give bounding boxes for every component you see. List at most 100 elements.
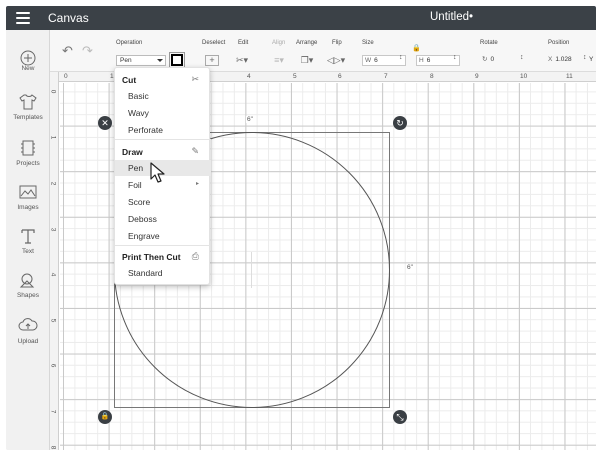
- flip-label: Flip: [332, 40, 342, 46]
- operation-select[interactable]: Pen: [116, 55, 166, 66]
- menu-item-score[interactable]: Score: [128, 197, 150, 207]
- sidebar-item-label: Projects: [16, 160, 40, 167]
- deselect-button[interactable]: +: [205, 55, 219, 66]
- x-value: 1.028: [555, 56, 572, 63]
- ruler-number: 1: [50, 135, 57, 140]
- operation-color-swatch[interactable]: [169, 52, 185, 68]
- scissors-icon: ✂: [191, 74, 199, 84]
- sidebar-item-label: Text: [22, 248, 34, 255]
- edit-label: Edit: [238, 40, 249, 46]
- menu-item-standard[interactable]: Standard: [128, 268, 163, 278]
- ruler-number: 11: [566, 73, 573, 80]
- menu-group-print-then-cut: Print Then Cut: [122, 252, 181, 262]
- center-mark: [251, 252, 252, 288]
- arrange-label: Arrange: [296, 40, 318, 46]
- sidebar-item-label: Upload: [17, 338, 39, 345]
- width-stepper-icon[interactable]: ↕: [399, 54, 403, 61]
- width-value: 6: [374, 57, 378, 64]
- shirt-icon: [19, 94, 37, 110]
- sidebar-item-label: Templates: [13, 114, 43, 121]
- printer-icon: ⎙: [191, 251, 199, 261]
- ruler-number: 6: [338, 73, 342, 80]
- sidebar-item-templates[interactable]: Templates: [6, 92, 50, 132]
- sidebar-item-label: New: [21, 65, 35, 72]
- edit-menu-icon[interactable]: ✂▾: [231, 53, 253, 67]
- ruler-number: 4: [247, 73, 251, 80]
- operation-label: Operation: [116, 40, 143, 46]
- projects-icon: [21, 140, 35, 156]
- width-prefix: W: [365, 57, 372, 64]
- ruler-number: 10: [520, 73, 528, 80]
- menu-item-perforate[interactable]: Perforate: [128, 125, 163, 135]
- image-icon: [19, 185, 37, 199]
- ruler-number: 8: [50, 445, 57, 450]
- deselect-label: Deselect: [202, 40, 226, 46]
- rotate-label: Rotate: [480, 40, 498, 46]
- width-dimension-label: 6": [246, 116, 254, 123]
- align-label: Align: [272, 40, 286, 46]
- position-label: Position: [548, 40, 570, 46]
- y-prefix: Y: [589, 56, 594, 63]
- size-label: Size: [362, 40, 374, 46]
- ruler-number: 7: [50, 409, 57, 414]
- edit-toolbar: ↶ ↷ Operation Pen Deselect + Edit ✂▾ Ali…: [50, 30, 596, 72]
- ruler-number: 6: [50, 363, 57, 368]
- submenu-arrow-icon: ▸: [195, 181, 199, 187]
- mouse-pointer-icon: [150, 162, 165, 183]
- operation-value: Pen: [120, 57, 132, 64]
- chevron-down-icon: [157, 59, 163, 62]
- hamburger-menu-icon[interactable]: [16, 12, 30, 24]
- ruler-number: 5: [293, 73, 297, 80]
- x-prefix: X: [548, 56, 553, 63]
- sidebar-item-text[interactable]: Text: [6, 226, 50, 266]
- menu-item-deboss[interactable]: Deboss: [128, 214, 157, 224]
- left-ruler: 0 1 2 3 4 5 6 7 8: [50, 72, 59, 450]
- ruler-number: 9: [475, 73, 479, 80]
- delete-handle-icon[interactable]: ✕: [98, 116, 112, 130]
- menu-item-pen[interactable]: Pen: [128, 163, 143, 173]
- title-bar: Canvas Untitled•: [6, 6, 596, 30]
- ruler-number: 0: [50, 89, 57, 94]
- ruler-number: 2: [50, 181, 57, 186]
- upload-icon: [18, 318, 38, 331]
- shapes-icon: [19, 273, 35, 288]
- arrange-menu-icon[interactable]: ❐▾: [298, 53, 316, 67]
- menu-group-draw: Draw: [122, 147, 143, 157]
- menu-item-engrave[interactable]: Engrave: [128, 231, 160, 241]
- flip-menu-icon[interactable]: ◁▷▾: [326, 53, 346, 67]
- document-title[interactable]: Untitled•: [430, 11, 473, 23]
- menu-item-foil[interactable]: Foil: [128, 180, 142, 190]
- text-icon: [21, 229, 35, 244]
- rotate-stepper-icon[interactable]: ↕: [520, 54, 524, 61]
- redo-icon[interactable]: ↷: [82, 44, 96, 57]
- x-position-field[interactable]: X 1.028: [546, 55, 586, 66]
- sidebar-item-shapes[interactable]: Shapes: [6, 270, 50, 310]
- ruler-number: 3: [50, 227, 57, 232]
- app-window: Canvas Untitled• ↶ ↷ Operation Pen Desel…: [6, 6, 596, 450]
- undo-icon[interactable]: ↶: [62, 44, 76, 57]
- lock-handle-icon[interactable]: 🔒: [98, 410, 112, 424]
- resize-handle-icon[interactable]: ⤡: [393, 410, 407, 424]
- ruler-number: 7: [384, 73, 388, 80]
- height-value: 6: [426, 57, 431, 64]
- sidebar-item-images[interactable]: Images: [6, 182, 50, 222]
- ruler-number: 5: [50, 318, 57, 323]
- menu-item-basic[interactable]: Basic: [128, 91, 149, 101]
- height-stepper-icon[interactable]: ↕: [453, 54, 457, 61]
- ruler-number: 4: [50, 272, 57, 277]
- rotate-field[interactable]: ↻ 0: [480, 55, 524, 66]
- lock-ratio-icon[interactable]: 🔒: [412, 44, 421, 52]
- x-stepper-icon[interactable]: ↕: [583, 54, 587, 61]
- menu-item-wavy[interactable]: Wavy: [128, 108, 149, 118]
- height-prefix: H: [419, 57, 424, 64]
- app-title: Canvas: [48, 11, 89, 25]
- rotate-handle-icon[interactable]: ↻: [393, 116, 407, 130]
- align-menu-icon[interactable]: ≡▾: [270, 53, 288, 67]
- ruler-number: 0: [64, 73, 68, 80]
- sidebar-item-new[interactable]: New: [6, 48, 50, 88]
- sidebar-item-upload[interactable]: Upload: [6, 316, 50, 356]
- height-dimension-label: 6": [406, 264, 414, 271]
- sidebar-item-projects[interactable]: Projects: [6, 138, 50, 178]
- rotate-icon: ↻: [482, 56, 488, 63]
- sidebar-item-label: Images: [17, 204, 39, 211]
